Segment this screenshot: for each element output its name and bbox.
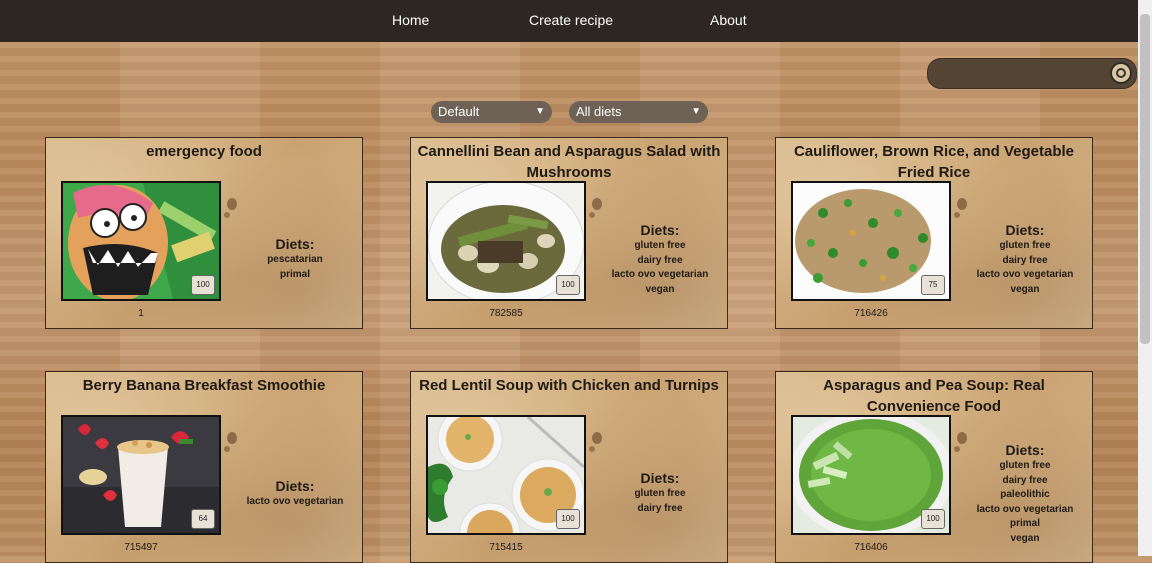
diet-label: primal [279,268,310,280]
diets-section: Diets: gluten free dairy free [591,469,729,516]
diets-heading: Diets: [275,478,315,494]
diets-section: Diets: pescatarian primal [226,235,364,282]
recipe-card[interactable]: Berry Banana Breakfast Smoothie 64 71549… [45,371,363,563]
diets-section: Diets: gluten free dairy free paleolithi… [956,441,1094,546]
recipe-image[interactable]: 100 [426,415,586,535]
recipe-card[interactable]: Cauliflower, Brown Rice, and Vegetable F… [775,137,1093,329]
chevron-down-icon: ▼ [691,106,701,117]
paper-stain [957,198,967,210]
recipe-card[interactable]: emergency food 100 1 Diets: pescatarian … [45,137,363,329]
diet-select-value: All diets [576,104,622,119]
health-score-badge: 75 [921,275,945,295]
diet-label: gluten free [999,240,1051,251]
paper-stain [224,446,230,452]
scrollbar-thumb[interactable] [1140,14,1150,344]
recipe-title: Cannellini Bean and Asparagus Salad with… [417,143,721,181]
health-score-badge: 100 [556,275,580,295]
diet-label: vegan [1010,532,1040,544]
recipe-title: Red Lentil Soup with Chicken and Turnips [419,377,719,394]
diet-label: lacto ovo vegetarian [246,496,344,507]
nav-create-recipe-link[interactable]: Create recipe [529,12,613,28]
recipe-id: 782585 [489,308,523,319]
recipe-image[interactable]: 100 [791,415,951,535]
diets-section: Diets: lacto ovo vegetarian [226,477,364,510]
diet-label: pescatarian [267,254,323,265]
diet-label: gluten free [634,240,686,251]
recipe-id: 715415 [489,542,523,553]
paper-stain [589,212,595,218]
recipe-title: Cauliflower, Brown Rice, and Vegetable F… [793,143,1075,181]
diets-section: Diets: gluten free dairy free lacto ovo … [591,221,729,297]
diet-label: dairy free [637,502,683,514]
recipe-image[interactable]: 100 [61,181,221,301]
paper-stain [592,432,602,444]
diet-label: lacto ovo vegetarian [976,503,1074,515]
paper-stain [227,198,237,210]
diet-label: gluten free [634,488,686,499]
diet-label: dairy free [637,254,683,266]
diets-heading: Diets: [640,222,680,238]
diet-label: paleolithic [1000,489,1050,500]
nav-home-link[interactable]: Home [392,12,429,28]
health-score-badge: 64 [191,509,215,529]
chevron-down-icon: ▼ [535,106,545,117]
recipe-card[interactable]: Red Lentil Soup with Chicken and Turnips… [410,371,728,563]
recipe-image[interactable]: 64 [61,415,221,535]
diet-label: dairy free [1002,474,1048,486]
paper-stain [954,212,960,218]
page-scrollbar[interactable] [1138,0,1152,556]
sort-select[interactable]: Default ▼ [431,101,552,123]
recipe-card[interactable]: Asparagus and Pea Soup: Real Convenience… [775,371,1093,563]
health-score-badge: 100 [556,509,580,529]
paper-stain [592,198,602,210]
recipe-title: emergency food [146,143,262,160]
paper-stain [589,446,595,452]
recipe-id: 716406 [854,542,888,553]
navbar: Home Create recipe About [0,0,1138,42]
diet-label: vegan [645,283,675,295]
diet-label: lacto ovo vegetarian [611,269,709,280]
recipe-id: 716426 [854,308,888,319]
recipe-image[interactable]: 75 [791,181,951,301]
diet-label: primal [1009,518,1040,529]
diet-filter-select[interactable]: All diets ▼ [569,101,708,123]
recipe-id: 715497 [124,542,158,553]
recipe-card[interactable]: Cannellini Bean and Asparagus Salad with… [410,137,728,329]
recipe-id: 1 [138,308,144,319]
recipe-title: Asparagus and Pea Soup: Real Convenience… [823,377,1045,415]
diet-label: dairy free [1002,254,1048,266]
diets-section: Diets: gluten free dairy free lacto ovo … [956,221,1094,297]
sort-select-value: Default [438,104,480,119]
paper-stain [224,212,230,218]
diets-heading: Diets: [1005,442,1045,458]
diet-label: gluten free [999,460,1051,471]
diet-label: vegan [1010,283,1040,295]
search-input[interactable] [936,64,1100,84]
health-score-badge: 100 [921,509,945,529]
diet-label: lacto ovo vegetarian [976,269,1074,280]
diets-heading: Diets: [1005,222,1045,238]
search-bar [927,58,1137,89]
paper-stain [227,432,237,444]
recipe-image[interactable]: 100 [426,181,586,301]
search-icon[interactable] [1110,62,1132,84]
nav-about-link[interactable]: About [710,12,747,28]
recipe-title: Berry Banana Breakfast Smoothie [82,377,326,394]
health-score-badge: 100 [191,275,215,295]
diets-heading: Diets: [640,470,680,486]
diets-heading: Diets: [275,236,315,252]
